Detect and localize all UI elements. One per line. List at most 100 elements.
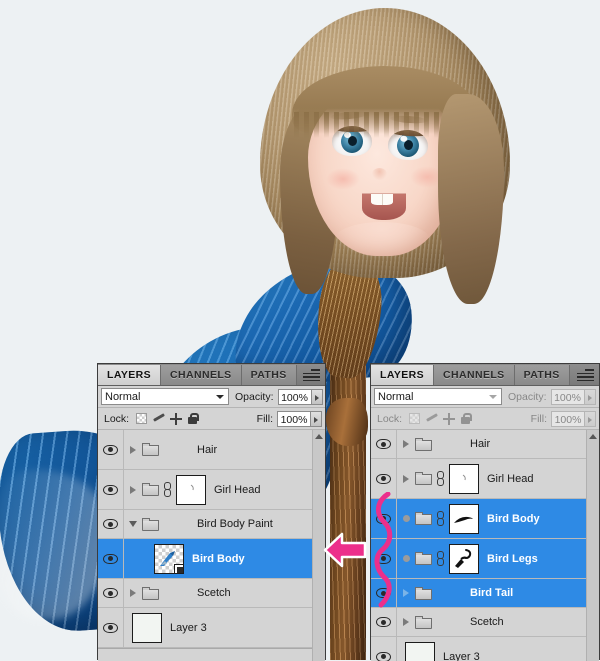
layer-mask-thumbnail[interactable] <box>176 475 206 505</box>
layer-name[interactable]: Bird Tail <box>470 587 513 599</box>
group-disclosure-toggle[interactable] <box>397 475 415 483</box>
tab-channels-left[interactable]: CHANNELS <box>161 365 242 385</box>
layer-visibility-toggle[interactable] <box>98 510 124 538</box>
blend-mode-row-right[interactable]: Normal Opacity: 100% <box>371 386 599 408</box>
chevron-right-icon[interactable] <box>403 475 409 483</box>
panel-tabbar-right[interactable]: LAYERS CHANNELS PATHS <box>371 364 599 386</box>
opacity-slider-arrow-right[interactable] <box>585 389 596 405</box>
chevron-right-icon[interactable] <box>130 589 136 597</box>
chevron-right-icon[interactable] <box>403 555 410 562</box>
eye-icon[interactable] <box>103 554 118 564</box>
table-row[interactable]: Bird Legs <box>371 539 599 579</box>
table-row[interactable]: Bird Body <box>371 499 599 539</box>
scroll-up-arrow-icon[interactable] <box>315 434 323 439</box>
layer-name[interactable]: Layer 3 <box>443 651 480 661</box>
eye-icon[interactable] <box>376 514 391 524</box>
layer-name[interactable]: Bird Legs <box>487 553 538 565</box>
layer-name[interactable]: Girl Head <box>487 473 533 485</box>
scroll-up-arrow-icon[interactable] <box>589 434 597 439</box>
layer-name[interactable]: Layer 3 <box>170 622 207 634</box>
blend-mode-row-left[interactable]: Normal Opacity: 100% <box>98 386 325 408</box>
layer-thumbnail[interactable] <box>449 544 479 574</box>
layer-visibility-toggle[interactable] <box>371 579 397 607</box>
opacity-input-right[interactable]: 100% <box>551 389 585 405</box>
table-row[interactable]: Layer 3 <box>98 608 325 648</box>
lock-transparent-pixels-icon-right[interactable] <box>409 413 420 424</box>
fill-input-right[interactable]: 100% <box>551 411 585 427</box>
group-disclosure-toggle[interactable] <box>397 618 415 626</box>
blend-mode-select-right[interactable]: Normal <box>374 388 502 405</box>
link-icon[interactable] <box>436 551 445 567</box>
layer-name[interactable]: Bird Body Paint <box>197 518 273 530</box>
chevron-down-icon-right[interactable] <box>489 395 497 399</box>
chevron-down-icon-left[interactable] <box>216 395 224 399</box>
chevron-right-icon[interactable] <box>130 446 136 454</box>
layer-visibility-toggle[interactable] <box>371 499 397 538</box>
table-row[interactable]: Layer 3 <box>371 637 599 661</box>
eye-icon[interactable] <box>103 519 118 529</box>
layer-list-scrollbar-left[interactable] <box>312 430 325 661</box>
group-disclosure-toggle[interactable] <box>397 589 415 597</box>
panel-menu-icon-left[interactable] <box>303 369 320 381</box>
layer-thumbnail[interactable] <box>132 613 162 643</box>
layer-thumbnail[interactable] <box>405 642 435 661</box>
lock-position-icon-left[interactable] <box>170 413 181 424</box>
layer-list-right[interactable]: Hair Girl Head Bird Body <box>371 430 599 661</box>
lock-transparent-pixels-icon-left[interactable] <box>136 413 147 424</box>
fill-slider-arrow-left[interactable] <box>311 411 322 427</box>
lock-row-left[interactable]: Lock: Fill: 100% <box>98 408 325 430</box>
group-disclosure-toggle[interactable] <box>124 446 142 454</box>
chevron-right-icon[interactable] <box>130 486 136 494</box>
chevron-down-icon[interactable] <box>129 521 137 527</box>
eye-icon[interactable] <box>103 445 118 455</box>
link-icon[interactable] <box>163 482 172 498</box>
eye-icon[interactable] <box>103 588 118 598</box>
panel-menu-icon-right[interactable] <box>577 369 594 381</box>
table-row[interactable]: Bird Body <box>98 539 325 579</box>
eye-icon[interactable] <box>376 554 391 564</box>
layer-name[interactable]: Scetch <box>197 587 231 599</box>
chevron-right-icon[interactable] <box>403 515 410 522</box>
layer-list-left[interactable]: Hair Girl Head Bird Body Paint <box>98 430 325 661</box>
layer-name[interactable]: Hair <box>470 438 490 450</box>
lock-image-pixels-icon-left[interactable] <box>153 413 164 424</box>
eye-icon[interactable] <box>376 588 391 598</box>
group-disclosure-toggle[interactable] <box>397 555 415 562</box>
layers-panel-before[interactable]: LAYERS CHANNELS PATHS Normal Opacity: 10… <box>97 363 326 660</box>
table-row[interactable]: Girl Head <box>98 470 325 510</box>
eye-icon[interactable] <box>376 474 391 484</box>
layer-name[interactable]: Girl Head <box>214 484 260 496</box>
tab-channels-right[interactable]: CHANNELS <box>434 365 515 385</box>
opacity-input-left[interactable]: 100% <box>278 389 312 405</box>
link-icon[interactable] <box>436 471 445 487</box>
table-row[interactable]: Hair <box>371 430 599 459</box>
tab-paths-right[interactable]: PATHS <box>515 365 570 385</box>
lock-all-icon-left[interactable] <box>187 413 198 424</box>
layer-visibility-toggle[interactable] <box>98 539 124 578</box>
layer-thumbnail[interactable] <box>154 544 184 574</box>
layer-visibility-toggle[interactable] <box>371 539 397 578</box>
lock-position-icon-right[interactable] <box>443 413 454 424</box>
table-row[interactable]: Bird Tail <box>371 579 599 608</box>
layer-visibility-toggle[interactable] <box>371 637 397 661</box>
layer-name[interactable]: Scetch <box>470 616 504 628</box>
lock-row-right[interactable]: Lock: Fill: 100% <box>371 408 599 430</box>
lock-all-icon-right[interactable] <box>460 413 471 424</box>
layer-visibility-toggle[interactable] <box>98 430 124 469</box>
layer-name[interactable]: Bird Body <box>487 513 540 525</box>
layer-visibility-toggle[interactable] <box>98 608 124 647</box>
opacity-slider-arrow-left[interactable] <box>312 389 323 405</box>
table-row[interactable]: Scetch <box>371 608 599 637</box>
group-disclosure-toggle[interactable] <box>124 589 142 597</box>
panel-tabbar-left[interactable]: LAYERS CHANNELS PATHS <box>98 364 325 386</box>
layer-visibility-toggle[interactable] <box>98 470 124 509</box>
table-row[interactable]: Girl Head <box>371 459 599 499</box>
table-row[interactable]: Scetch <box>98 579 325 608</box>
eye-icon[interactable] <box>103 623 118 633</box>
table-row[interactable]: Bird Body Paint <box>98 510 325 539</box>
tab-layers-left[interactable]: LAYERS <box>98 365 161 385</box>
group-disclosure-toggle[interactable] <box>124 486 142 494</box>
layer-visibility-toggle[interactable] <box>371 608 397 636</box>
chevron-right-icon[interactable] <box>403 589 409 597</box>
eye-icon[interactable] <box>376 617 391 627</box>
